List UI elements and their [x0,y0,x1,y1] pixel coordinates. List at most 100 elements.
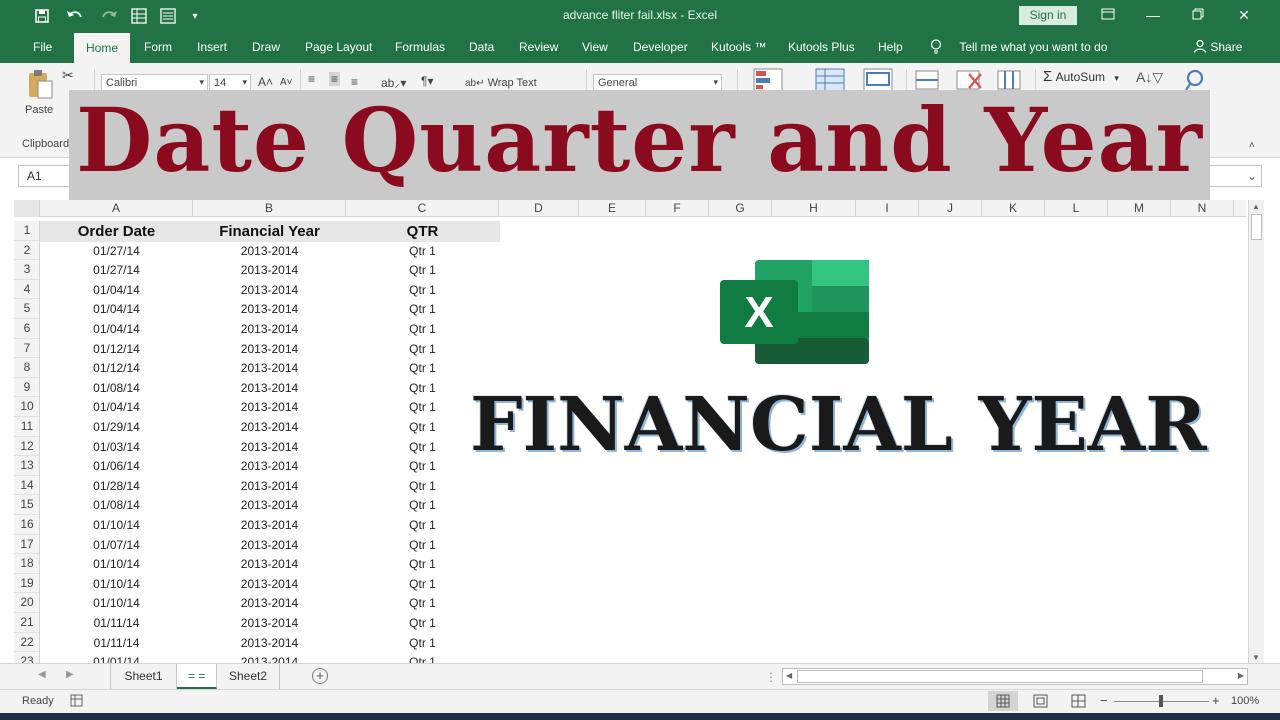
align-middle-icon[interactable]: ≡ [329,72,341,86]
row-header[interactable]: 16 [14,515,39,535]
row-header[interactable]: 23 [14,652,39,663]
financial-year-cell[interactable]: 2013-2014 [193,300,346,320]
order-date-cell[interactable]: 01/10/14 [40,594,193,614]
qtr-cell[interactable]: Qtr 1 [346,594,499,614]
page-break-view-icon[interactable] [1071,694,1086,711]
tab-form[interactable]: Form [137,32,179,63]
horizontal-scroll-thumb[interactable] [797,670,1203,683]
maximize-button[interactable] [1184,4,1212,26]
column-header[interactable]: K [982,200,1045,217]
financial-year-cell[interactable]: 2013-2014 [193,536,346,556]
row-header[interactable]: 13 [14,456,39,476]
qtr-cell[interactable]: Qtr 1 [346,281,499,301]
column-header[interactable]: C [346,200,499,217]
scroll-up-icon[interactable]: ▲ [1252,202,1260,211]
vertical-scrollbar[interactable]: ▲ ▼ [1248,200,1264,663]
row-header[interactable]: 14 [14,476,39,496]
qtr-cell[interactable]: Qtr 1 [346,555,499,575]
row-header[interactable]: 8 [14,358,39,378]
sheet-tab-sheet2[interactable]: Sheet2 [217,664,280,689]
column-header[interactable]: I [856,200,919,217]
tab-insert[interactable]: Insert [190,32,234,63]
order-date-cell[interactable]: 01/08/14 [40,379,193,399]
financial-year-cell[interactable]: 2013-2014 [193,281,346,301]
financial-year-cell[interactable]: 2013-2014 [193,379,346,399]
vertical-scroll-thumb[interactable] [1251,214,1262,240]
formula-expand-icon[interactable]: ⌄ [1208,165,1262,187]
sort-filter-icon[interactable]: A↓▽ [1136,69,1163,86]
financial-year-cell[interactable]: 2013-2014 [193,438,346,458]
financial-year-cell[interactable]: 2013-2014 [193,496,346,516]
normal-view-icon[interactable] [988,691,1018,711]
column-header[interactable]: J [919,200,982,217]
order-date-cell[interactable]: 01/03/14 [40,438,193,458]
order-date-cell[interactable]: 01/07/14 [40,536,193,556]
qtr-cell[interactable]: Qtr 1 [346,536,499,556]
financial-year-cell[interactable]: 2013-2014 [193,555,346,575]
column-header[interactable]: E [579,200,646,217]
order-date-cell[interactable]: 01/01/14 [40,653,193,663]
order-date-cell[interactable]: 01/04/14 [40,398,193,418]
financial-year-cell[interactable]: 2013-2014 [193,242,346,262]
header-financial-year[interactable]: Financial Year [193,222,346,242]
tab-file[interactable]: File [26,32,59,63]
qtr-cell[interactable]: Qtr 1 [346,634,499,654]
qtr-cell[interactable]: Qtr 1 [346,477,499,497]
qtr-cell[interactable]: Qtr 1 [346,516,499,536]
order-date-cell[interactable]: 01/08/14 [40,496,193,516]
row-header[interactable]: 1 [14,221,39,241]
macro-record-icon[interactable] [70,694,83,710]
qtr-cell[interactable]: Qtr 1 [346,320,499,340]
tab-kutools-plus[interactable]: Kutools Plus [781,32,862,63]
financial-year-cell[interactable]: 2013-2014 [193,359,346,379]
row-header[interactable]: 22 [14,633,39,653]
order-date-cell[interactable]: 01/12/14 [40,359,193,379]
column-header[interactable]: G [709,200,772,217]
column-header[interactable]: H [772,200,856,217]
sheet-tab-active[interactable]: = = [177,664,217,689]
order-date-cell[interactable]: 01/04/14 [40,300,193,320]
align-top-icon[interactable]: ≡ [308,72,315,86]
row-header[interactable]: 5 [14,299,39,319]
financial-year-cell[interactable]: 2013-2014 [193,594,346,614]
column-header[interactable]: B [193,200,346,217]
tab-page-layout[interactable]: Page Layout [298,32,379,63]
qtr-cell[interactable]: Qtr 1 [346,300,499,320]
column-header[interactable]: A [40,200,193,217]
row-header[interactable]: 12 [14,437,39,457]
paste-label[interactable]: Paste [25,104,53,116]
tab-help[interactable]: Help [871,32,910,63]
order-date-cell[interactable]: 01/11/14 [40,614,193,634]
tab-review[interactable]: Review [512,32,565,63]
row-header[interactable]: 3 [14,260,39,280]
row-header[interactable]: 15 [14,495,39,515]
collapse-ribbon-icon[interactable]: ˄ [1249,140,1255,151]
add-sheet-icon[interactable]: + [312,668,328,684]
qtr-cell[interactable]: Qtr 1 [346,575,499,595]
close-button[interactable]: ✕ [1230,4,1258,26]
row-header[interactable]: 2 [14,241,39,261]
row-header[interactable]: 9 [14,378,39,398]
select-all-corner[interactable] [14,200,40,217]
financial-year-cell[interactable]: 2013-2014 [193,516,346,536]
qtr-cell[interactable]: Qtr 1 [346,359,499,379]
direction-icon[interactable]: ¶▾ [421,74,433,88]
order-date-cell[interactable]: 01/12/14 [40,340,193,360]
column-header[interactable]: M [1108,200,1171,217]
financial-year-cell[interactable]: 2013-2014 [193,261,346,281]
qtr-cell[interactable]: Qtr 1 [346,261,499,281]
column-header[interactable]: L [1045,200,1108,217]
row-header[interactable]: 6 [14,319,39,339]
sheet-tab-sheet1[interactable]: Sheet1 [110,664,177,689]
header-qtr[interactable]: QTR [346,222,499,242]
qtr-cell[interactable]: Qtr 1 [346,242,499,262]
ribbon-display-icon[interactable] [1094,4,1122,26]
cut-icon[interactable]: ✂ [62,67,74,84]
paste-icon[interactable] [26,69,54,99]
qtr-cell[interactable]: Qtr 1 [346,340,499,360]
financial-year-cell[interactable]: 2013-2014 [193,398,346,418]
order-date-cell[interactable]: 01/27/14 [40,242,193,262]
name-box[interactable]: A1 [18,165,70,187]
scroll-down-icon[interactable]: ▼ [1252,653,1260,662]
tab-draw[interactable]: Draw [245,32,287,63]
